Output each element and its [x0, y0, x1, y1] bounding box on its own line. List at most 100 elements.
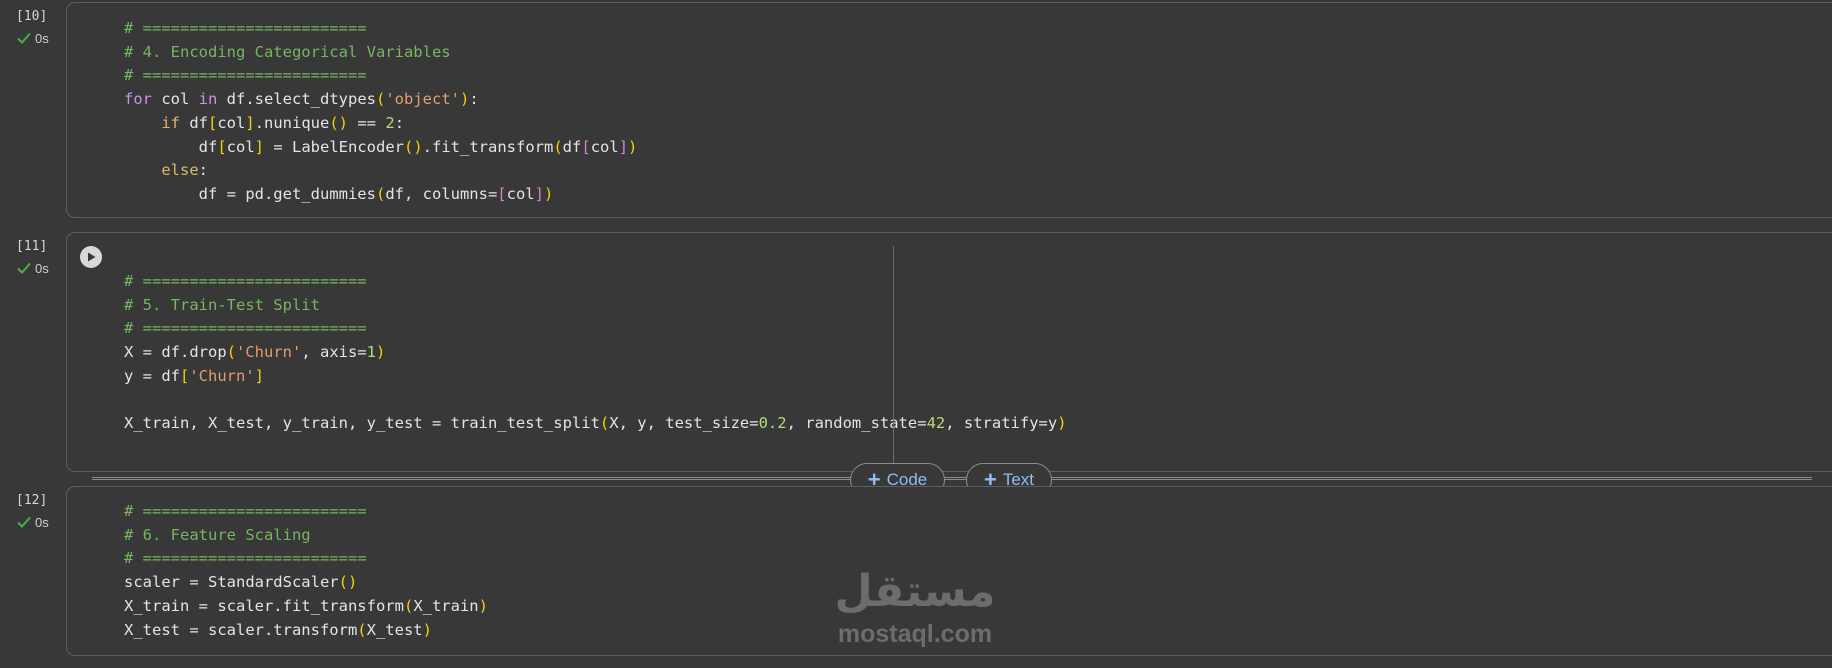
code-token: ( — [403, 596, 414, 615]
code-token: ) — [628, 137, 638, 156]
code-token: # ======================== — [124, 272, 367, 290]
code-token: , random_state= — [786, 414, 927, 433]
execution-status: 0s — [16, 29, 64, 47]
code-token: # ======================== — [124, 319, 367, 338]
code-token: X_train — [413, 596, 479, 615]
code-token: X, y, test_size= — [609, 414, 759, 433]
execution-time: 0s — [35, 260, 49, 276]
code-token: : — [394, 113, 405, 132]
code-token: for — [124, 90, 152, 109]
watermark-arabic: مستقل — [834, 566, 996, 617]
code-line: y = df['Churn'] — [124, 367, 264, 385]
code-line: # ======================== — [124, 549, 367, 567]
code-token: ) — [478, 596, 488, 615]
code-token: if — [161, 113, 180, 132]
code-token: 2 — [385, 113, 395, 132]
code-token: 0.2 — [758, 414, 787, 433]
code-token: .fit_transform — [422, 137, 554, 156]
code-line: for col in df.select_dtypes('object'): — [124, 90, 479, 108]
run-cell-button[interactable] — [80, 246, 102, 268]
code-token: X = df.drop — [124, 343, 227, 362]
code-line: X_train = scaler.fit_transform(X_train) — [124, 597, 488, 615]
code-token: () — [404, 137, 423, 156]
code-token: ] — [534, 184, 544, 203]
code-line: df = pd.get_dummies(df, columns=[col]) — [124, 184, 554, 203]
code-token: 1 — [366, 343, 376, 362]
code-token: # ======================== — [124, 66, 367, 85]
execution-count: [10] — [16, 9, 48, 24]
code-line: if df[col].nunique() == 2: — [124, 114, 404, 132]
code-line: X_train, X_test, y_train, y_test = train… — [124, 414, 1067, 432]
code-token: df — [180, 113, 208, 132]
code-token: else — [161, 161, 199, 180]
code-token: : — [469, 90, 479, 109]
code-token: X_train = scaler.fit_transform — [124, 596, 404, 615]
editor-ruler — [893, 246, 894, 466]
code-token: ) — [543, 184, 554, 203]
code-token: y = df — [124, 366, 180, 385]
code-line: scaler = StandardScaler() — [124, 573, 357, 591]
code-token: ] — [618, 137, 629, 156]
code-token: df.select_dtypes — [217, 90, 376, 109]
code-token: , axis= — [301, 343, 367, 362]
code-token: X_test = scaler.transform — [124, 620, 358, 639]
code-token: ( — [226, 343, 236, 362]
code-cell[interactable]: # ======================== # 4. Encoding… — [66, 2, 1832, 218]
code-token: df — [124, 137, 218, 156]
notebook: [10] 0s # ======================== # 4. … — [0, 0, 1832, 668]
code-token: ] — [254, 366, 265, 385]
check-icon — [17, 262, 31, 274]
code-token: ] — [254, 137, 265, 156]
code-line: # 4. Encoding Categorical Variables — [124, 43, 451, 61]
code-line: # ======================== — [124, 272, 367, 290]
code-line: else: — [124, 161, 208, 179]
code-token: ) — [459, 90, 470, 109]
code-token: = LabelEncoder — [264, 137, 404, 156]
execution-count: [11] — [16, 239, 48, 254]
check-icon — [17, 516, 31, 528]
code-token: [ — [581, 137, 591, 156]
code-token: col — [152, 90, 199, 109]
play-icon — [88, 252, 96, 262]
code-line: # 5. Train-Test Split — [124, 296, 320, 314]
code-token: # ======================== — [124, 502, 367, 520]
code-token: : — [198, 161, 208, 180]
code-token: scaler = StandardScaler — [124, 573, 339, 592]
execution-status: 0s — [16, 513, 64, 531]
code-token: # 5. Train-Test Split — [124, 295, 320, 314]
code-token: () — [338, 573, 358, 592]
watermark-logo: مستقل mostaql.com — [826, 565, 1004, 649]
code-token: ) — [376, 343, 386, 362]
code-token: 42 — [926, 414, 946, 433]
execution-time: 0s — [35, 514, 49, 530]
code-editor[interactable]: # ======================== # 6. Feature … — [124, 500, 488, 642]
code-line: # ======================== — [124, 319, 367, 337]
execution-status: 0s — [16, 259, 64, 277]
code-token: [ — [208, 113, 218, 132]
code-token: 'Churn' — [189, 366, 255, 385]
cell-gutter: [10] 0s — [16, 8, 64, 47]
watermark-latin: mostaql.com — [837, 620, 993, 648]
code-editor[interactable]: # ======================== # 5. Train-Te… — [124, 270, 1067, 436]
code-line: # ======================== — [124, 19, 367, 37]
code-token: in — [198, 90, 218, 109]
code-token: X_test — [366, 620, 423, 639]
cell-gutter: [11] 0s — [16, 238, 64, 277]
code-editor[interactable]: # ======================== # 4. Encoding… — [124, 17, 637, 207]
code-token: col — [506, 184, 535, 203]
code-cell[interactable]: # ======================== # 5. Train-Te… — [66, 232, 1832, 472]
code-token: # 4. Encoding Categorical Variables — [124, 42, 451, 61]
code-token: () — [329, 113, 349, 132]
code-token: .nunique — [254, 113, 330, 132]
code-token: == — [348, 113, 386, 132]
code-line: # ======================== — [124, 502, 367, 520]
code-token: ( — [357, 620, 367, 639]
cell-divider — [92, 477, 1812, 480]
code-token: # ======================== — [124, 549, 367, 568]
code-token: df — [562, 137, 582, 156]
code-token: [ — [217, 137, 227, 156]
code-token: [ — [180, 366, 190, 385]
code-token: ( — [553, 137, 563, 156]
